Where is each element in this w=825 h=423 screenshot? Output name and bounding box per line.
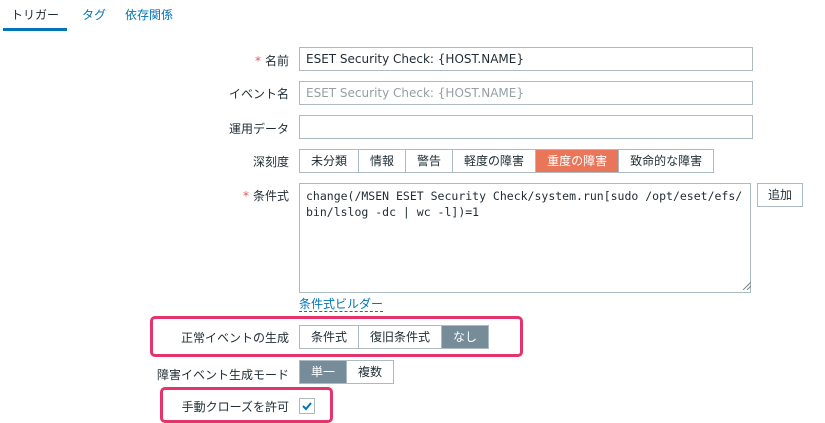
required-marker: *	[254, 54, 261, 68]
add-button[interactable]: 追加	[757, 183, 804, 207]
manual-close-label: 手動クローズを許可	[181, 400, 289, 414]
ok-event-expression[interactable]: 条件式	[300, 326, 360, 348]
problem-mode-single[interactable]: 単一	[300, 361, 348, 383]
tab-tags[interactable]: タグ	[82, 0, 106, 31]
severity-information[interactable]: 情報	[359, 150, 407, 172]
severity-average[interactable]: 軽度の障害	[453, 150, 537, 172]
ok-event-label: 正常イベントの生成	[180, 331, 289, 345]
severity-high[interactable]: 重度の障害	[536, 150, 620, 172]
opdata-label: 運用データ	[228, 122, 289, 136]
expression-builder-link[interactable]: 条件式ビルダー	[299, 297, 384, 312]
name-label: * 名前	[254, 54, 289, 68]
expression-textarea[interactable]: change(/MSEN ESET Security Check/system.…	[299, 183, 751, 293]
severity-selector: 未分類 情報 警告 軽度の障害 重度の障害 致命的な障害	[299, 149, 715, 173]
checkmark-icon	[302, 402, 312, 411]
required-marker: *	[242, 189, 249, 203]
event-name-input[interactable]	[299, 81, 753, 105]
ok-event-none[interactable]: なし	[442, 326, 489, 348]
resize-grip-icon[interactable]	[742, 281, 751, 290]
manual-close-checkbox[interactable]	[299, 398, 315, 414]
problem-mode-multiple[interactable]: 複数	[347, 361, 393, 383]
event-name-label: イベント名	[228, 87, 289, 101]
ok-event-recovery[interactable]: 復旧条件式	[359, 326, 443, 348]
tab-dependencies[interactable]: 依存関係	[125, 0, 173, 31]
problem-mode-label: 障害イベント生成モード	[156, 368, 289, 382]
opdata-input[interactable]	[299, 115, 753, 139]
severity-warning[interactable]: 警告	[406, 150, 454, 172]
name-input[interactable]	[299, 47, 753, 71]
severity-disaster[interactable]: 致命的な障害	[619, 150, 713, 172]
severity-not-classified[interactable]: 未分類	[300, 150, 360, 172]
ok-event-selector: 条件式 復旧条件式 なし	[299, 325, 490, 349]
tab-trigger[interactable]: トリガー	[3, 0, 67, 31]
trigger-form: *名前 イベント名 運用データ 深刻度 未分類 情報 警告 軽度の障害 重度の障…	[0, 32, 825, 423]
severity-label: 深刻度	[252, 155, 289, 169]
tab-bar: トリガー タグ 依存関係	[0, 0, 825, 33]
problem-mode-selector: 単一 複数	[299, 360, 395, 384]
expression-label: * 条件式	[242, 189, 289, 203]
